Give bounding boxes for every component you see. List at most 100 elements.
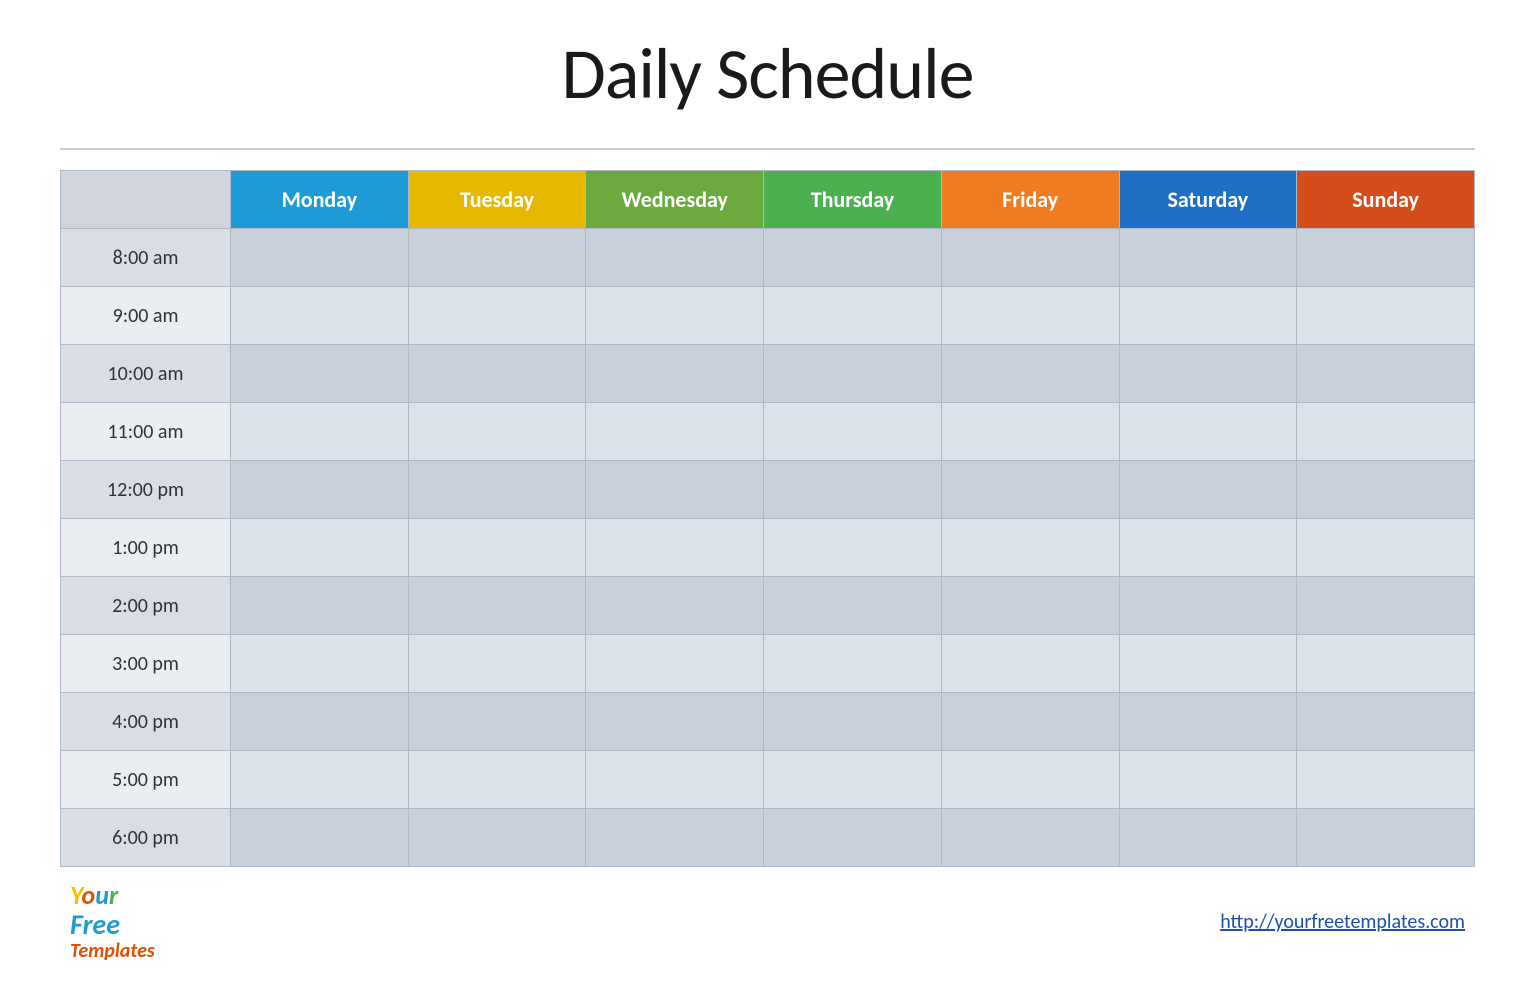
schedule-cell[interactable]: [586, 577, 764, 635]
schedule-cell[interactable]: [231, 461, 409, 519]
page-title: Daily Schedule: [562, 30, 974, 118]
schedule-cell[interactable]: [941, 461, 1119, 519]
schedule-cell[interactable]: [231, 229, 409, 287]
schedule-cell[interactable]: [1297, 519, 1475, 577]
schedule-cell[interactable]: [1297, 635, 1475, 693]
schedule-cell[interactable]: [764, 519, 942, 577]
table-row[interactable]: 8:00 am: [61, 229, 1475, 287]
time-cell: 1:00 pm: [61, 519, 231, 577]
schedule-cell[interactable]: [408, 461, 586, 519]
schedule-cell[interactable]: [586, 345, 764, 403]
schedule-cell[interactable]: [1119, 345, 1297, 403]
schedule-cell[interactable]: [1119, 403, 1297, 461]
schedule-cell[interactable]: [941, 403, 1119, 461]
schedule-cell[interactable]: [1119, 693, 1297, 751]
schedule-cell[interactable]: [941, 229, 1119, 287]
schedule-cell[interactable]: [764, 635, 942, 693]
schedule-cell[interactable]: [941, 519, 1119, 577]
schedule-cell[interactable]: [408, 809, 586, 867]
logo-free: Free: [70, 910, 155, 941]
schedule-cell[interactable]: [1297, 693, 1475, 751]
schedule-cell[interactable]: [941, 577, 1119, 635]
schedule-cell[interactable]: [586, 519, 764, 577]
time-cell: 4:00 pm: [61, 693, 231, 751]
schedule-cell[interactable]: [586, 809, 764, 867]
schedule-cell[interactable]: [586, 751, 764, 809]
schedule-cell[interactable]: [764, 693, 942, 751]
schedule-cell[interactable]: [764, 345, 942, 403]
schedule-cell[interactable]: [586, 229, 764, 287]
time-cell: 11:00 am: [61, 403, 231, 461]
schedule-cell[interactable]: [941, 345, 1119, 403]
schedule-cell[interactable]: [1119, 519, 1297, 577]
table-row[interactable]: 4:00 pm: [61, 693, 1475, 751]
schedule-cell[interactable]: [941, 287, 1119, 345]
schedule-cell[interactable]: [231, 287, 409, 345]
footer-link[interactable]: http://yourfreetemplates.com: [1220, 910, 1465, 934]
schedule-cell[interactable]: [408, 287, 586, 345]
table-row[interactable]: 11:00 am: [61, 403, 1475, 461]
schedule-cell[interactable]: [764, 403, 942, 461]
schedule-cell[interactable]: [586, 461, 764, 519]
schedule-cell[interactable]: [1297, 403, 1475, 461]
schedule-cell[interactable]: [231, 635, 409, 693]
table-row[interactable]: 2:00 pm: [61, 577, 1475, 635]
schedule-cell[interactable]: [1297, 751, 1475, 809]
table-row[interactable]: 5:00 pm: [61, 751, 1475, 809]
schedule-cell[interactable]: [1297, 287, 1475, 345]
schedule-cell[interactable]: [1297, 577, 1475, 635]
schedule-cell[interactable]: [231, 809, 409, 867]
table-row[interactable]: 12:00 pm: [61, 461, 1475, 519]
schedule-cell[interactable]: [1119, 229, 1297, 287]
schedule-cell[interactable]: [764, 287, 942, 345]
schedule-cell[interactable]: [764, 229, 942, 287]
schedule-cell[interactable]: [231, 403, 409, 461]
schedule-cell[interactable]: [1119, 577, 1297, 635]
schedule-cell[interactable]: [1119, 635, 1297, 693]
schedule-cell[interactable]: [764, 809, 942, 867]
schedule-cell[interactable]: [941, 751, 1119, 809]
time-cell: 9:00 am: [61, 287, 231, 345]
time-cell: 8:00 am: [61, 229, 231, 287]
table-row[interactable]: 1:00 pm: [61, 519, 1475, 577]
schedule-cell[interactable]: [408, 635, 586, 693]
schedule-cell[interactable]: [408, 751, 586, 809]
schedule-cell[interactable]: [1119, 461, 1297, 519]
schedule-cell[interactable]: [764, 461, 942, 519]
schedule-cell[interactable]: [764, 577, 942, 635]
table-row[interactable]: 6:00 pm: [61, 809, 1475, 867]
schedule-cell[interactable]: [1119, 287, 1297, 345]
schedule-cell[interactable]: [586, 403, 764, 461]
schedule-cell[interactable]: [408, 693, 586, 751]
schedule-cell[interactable]: [941, 693, 1119, 751]
schedule-cell[interactable]: [1119, 809, 1297, 867]
schedule-cell[interactable]: [1297, 229, 1475, 287]
schedule-cell[interactable]: [941, 809, 1119, 867]
schedule-cell[interactable]: [586, 693, 764, 751]
schedule-cell[interactable]: [408, 519, 586, 577]
table-row[interactable]: 3:00 pm: [61, 635, 1475, 693]
schedule-cell[interactable]: [231, 751, 409, 809]
schedule-cell[interactable]: [586, 287, 764, 345]
schedule-cell[interactable]: [1119, 751, 1297, 809]
time-cell: 3:00 pm: [61, 635, 231, 693]
header-time-empty: [61, 171, 231, 229]
schedule-cell[interactable]: [586, 635, 764, 693]
schedule-cell[interactable]: [231, 345, 409, 403]
schedule-cell[interactable]: [231, 577, 409, 635]
schedule-cell[interactable]: [408, 403, 586, 461]
schedule-cell[interactable]: [1297, 809, 1475, 867]
schedule-cell[interactable]: [231, 693, 409, 751]
table-row[interactable]: 10:00 am: [61, 345, 1475, 403]
table-row[interactable]: 9:00 am: [61, 287, 1475, 345]
schedule-cell[interactable]: [1297, 345, 1475, 403]
schedule-cell[interactable]: [764, 751, 942, 809]
schedule-table: Monday Tuesday Wednesday Thursday Friday…: [60, 170, 1475, 867]
schedule-cell[interactable]: [231, 519, 409, 577]
schedule-cell[interactable]: [1297, 461, 1475, 519]
header-tuesday: Tuesday: [408, 171, 586, 229]
schedule-cell[interactable]: [408, 229, 586, 287]
schedule-cell[interactable]: [408, 345, 586, 403]
schedule-cell[interactable]: [941, 635, 1119, 693]
schedule-cell[interactable]: [408, 577, 586, 635]
